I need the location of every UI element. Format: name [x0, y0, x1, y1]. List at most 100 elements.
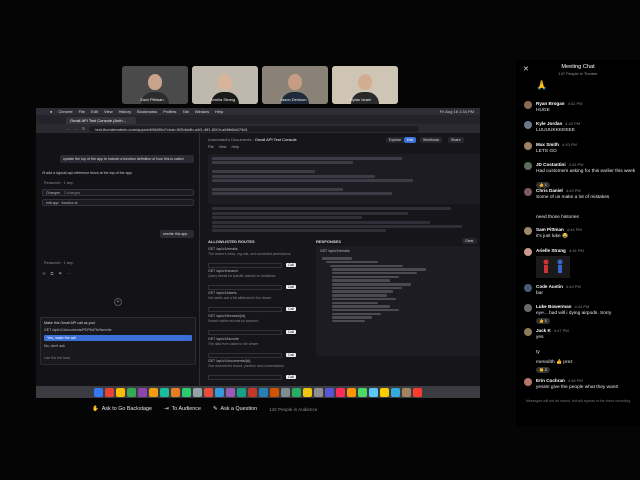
deny-option[interactable]: No, don't ask	[44, 344, 65, 348]
video-tile: Jason Denison	[262, 66, 328, 104]
url-field: test.thunderadmin.com/apps/e4f8b0f6d?cha…	[89, 125, 420, 132]
reasoning-toggle: Reasoned · 1 step	[44, 181, 74, 185]
route-param-input[interactable]	[208, 262, 282, 268]
timestamp: 4:42 PM	[565, 121, 581, 126]
menubar-item: File	[78, 109, 86, 114]
route-param-input[interactable]	[208, 329, 282, 335]
ask-question-button[interactable]: ✎ Ask a Question	[213, 406, 257, 412]
meeting-chat-panel: ✕ Meeting Chat 147 People in Theater 🙏 Ry…	[516, 60, 640, 426]
call-button[interactable]: Call	[286, 374, 297, 379]
avatar	[524, 304, 532, 312]
route-description: The data from visible to the viewer.	[208, 342, 259, 346]
response-header: GET /api/v1/emails	[320, 249, 350, 253]
app-window: update the top of the app to include a f…	[36, 133, 480, 386]
explore-button[interactable]: Explore	[386, 137, 405, 143]
page-title: Gmail API Test Console	[254, 137, 297, 142]
sender: Jack K 4:47 PM	[536, 328, 569, 333]
sender-name: Sam Pittman	[536, 227, 564, 232]
video-tile: Amelia Strang	[192, 66, 258, 104]
route-param-input[interactable]	[208, 306, 282, 312]
user-message: rewrite this app	[160, 230, 194, 238]
json-line	[332, 286, 402, 290]
browser-tabstrip: Gmail API Test Console (Anth...	[36, 115, 480, 124]
participant-head	[288, 74, 302, 90]
timestamp: 4:43 PM	[568, 162, 584, 167]
message-text: HUGE	[536, 108, 550, 113]
sender-name: Kyle Jordan	[536, 121, 563, 126]
menu-item[interactable]: View	[219, 145, 227, 149]
backstage-button[interactable]: ✋ Ask to Go Backstage	[92, 406, 152, 412]
share-button[interactable]: Share	[448, 137, 464, 143]
dock-app-icon	[380, 387, 389, 397]
breadcrumb[interactable]: Automated's Documents	[208, 137, 251, 142]
route-param-input[interactable]	[208, 374, 282, 380]
reaction-badge[interactable]: 👏 2	[536, 367, 550, 373]
route-param-input[interactable]	[208, 352, 282, 358]
call-button[interactable]: Call	[286, 284, 297, 289]
dock-app-icon	[193, 387, 202, 397]
reaction-badge[interactable]: 👍 1	[536, 318, 550, 324]
json-line	[332, 283, 412, 286]
menu-item[interactable]: Help	[232, 145, 239, 149]
participant-head	[148, 74, 162, 90]
call-button[interactable]: Call	[286, 262, 297, 267]
message-text: bar	[536, 291, 543, 296]
api-console-pane: Automated's Documents / Gmail API Test C…	[200, 133, 480, 386]
message-text: yes	[536, 335, 544, 340]
dock-app-icon	[237, 387, 246, 397]
participant-head	[218, 74, 232, 90]
route-param-input[interactable]	[208, 284, 282, 290]
sender: Arielle Strang 4:44 PM	[536, 248, 584, 253]
video-tile: Dylan Israel	[332, 66, 398, 104]
route-signature: GET /api/v1/threads/{id}	[208, 314, 246, 318]
responses-heading: RESPONSES	[316, 239, 341, 244]
add-icon[interactable]: +	[114, 298, 122, 306]
call-button[interactable]: Call	[286, 352, 297, 357]
edit-button[interactable]: Edit	[404, 137, 417, 143]
assistant-message: I'll add a #gmail-api-reference block at…	[42, 171, 133, 175]
json-line	[332, 319, 366, 323]
dock-app-icon	[171, 387, 180, 397]
menubar-item: View	[104, 109, 113, 114]
participant-name: Amelia Strang	[210, 97, 236, 102]
routes-heading: ALLOWLISTED ROUTES	[208, 239, 255, 244]
call-button[interactable]: Call	[286, 329, 297, 334]
route-item: GET /api/v1/documents/{id} One document's…	[208, 359, 304, 386]
approval-footer[interactable]: Use the full form	[44, 356, 70, 360]
json-line	[332, 275, 399, 279]
menu-item[interactable]: File	[208, 145, 214, 149]
menubar-item: Window	[194, 109, 210, 114]
avatar	[524, 284, 532, 292]
menubar-item: History	[118, 109, 132, 114]
changed-file-label: edit.app · function.ts	[46, 201, 78, 205]
forward-arrow-icon: ⇥	[164, 406, 169, 412]
dock-app-icon	[138, 387, 147, 397]
sender: JD Costantini 4:43 PM	[536, 162, 584, 167]
json-line	[332, 268, 427, 271]
workbook-button[interactable]: Workbook	[420, 137, 443, 143]
route-description: Query thread for specific domain on head…	[208, 274, 277, 278]
changes-row: Changes 2 changes	[42, 189, 194, 196]
participant-head	[358, 74, 372, 90]
clear-button[interactable]: Clear	[462, 238, 477, 244]
sender: Chris Daniel 4:43 PM	[536, 188, 581, 193]
dock-app-icon	[127, 387, 136, 397]
approve-option[interactable]: Yes, make the call	[44, 335, 192, 341]
hand-icon: ✋	[92, 406, 99, 412]
reload-icon: ↻	[82, 126, 86, 131]
webinar-controls: ✋ Ask to Go Backstage ⇥ To Audience ✎ As…	[0, 400, 516, 418]
json-line	[332, 290, 393, 293]
sender-name: Code Austin	[536, 284, 563, 289]
route-reference-table	[208, 206, 480, 234]
to-audience-button[interactable]: ⇥ To Audience	[164, 406, 201, 412]
route-signature: GET /api/v1/emails	[208, 247, 238, 251]
dock-app-icon	[402, 387, 411, 397]
call-button[interactable]: Call	[286, 306, 297, 311]
screen-share: ● Chrome File Edit View History Bookmark…	[36, 108, 480, 398]
timestamp: 4:44 PM	[568, 248, 584, 253]
json-line	[332, 308, 399, 312]
console-menu: File View Help	[208, 145, 239, 149]
message-text: Had customers asking for this earlier th…	[536, 169, 636, 174]
approval-prompt: Make this Gmail API call as you!	[44, 321, 96, 325]
gif-image	[536, 256, 570, 278]
